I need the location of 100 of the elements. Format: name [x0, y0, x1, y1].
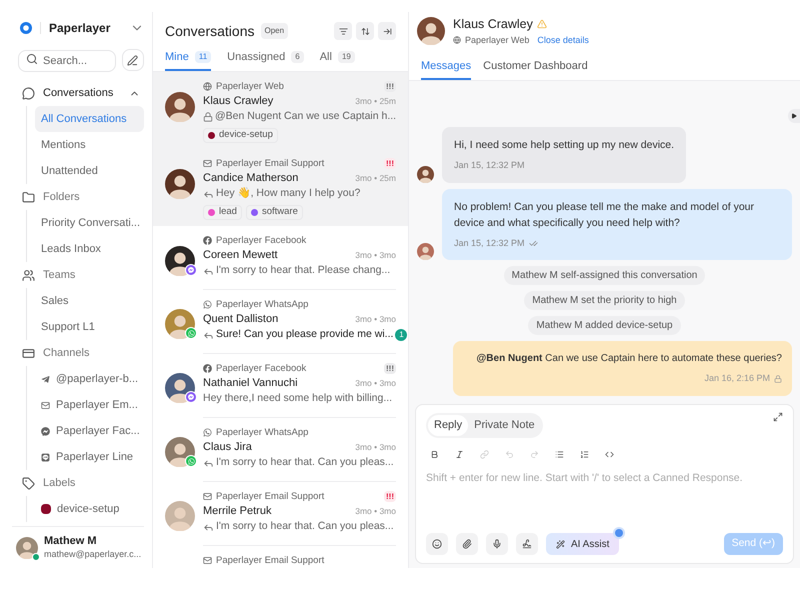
- message-preview: I'm sorry to hear that. Can you pleas...: [216, 455, 395, 470]
- ai-assist-button[interactable]: AI Assist: [546, 533, 620, 555]
- nav-item[interactable]: Support L1: [35, 314, 144, 340]
- sort-button[interactable]: [356, 22, 374, 40]
- channel-name: Paperlayer Facebook: [216, 234, 308, 247]
- priority-indicator: !!!: [384, 81, 396, 92]
- search-icon: [26, 53, 38, 65]
- nav-section[interactable]: Channels: [12, 340, 144, 366]
- nav-section[interactable]: Labels: [12, 470, 144, 496]
- channel-name: Paperlayer WhatsApp: [216, 426, 310, 439]
- nav-item[interactable]: device-setup: [35, 496, 144, 522]
- sender-avatar: [417, 166, 434, 182]
- contact-avatar: [165, 501, 195, 531]
- bullet-list-icon[interactable]: [555, 450, 564, 458]
- collapse-button[interactable]: [378, 22, 396, 40]
- message-text: No problem! Can you please tell me the make and model of your device and what specifically you need help with?: [454, 200, 755, 230]
- channel-name: Paperlayer Email Support: [216, 157, 326, 170]
- facebook-icon: [203, 364, 212, 373]
- message-preview: I'm sorry to hear that. Can you pleas...: [216, 519, 395, 534]
- nav-section[interactable]: Teams: [12, 262, 144, 288]
- nav-item[interactable]: Mentions: [35, 132, 144, 158]
- nav-item[interactable]: Paperlayer Em...: [35, 392, 144, 418]
- conversation-time: 3mo • 3mo: [355, 440, 396, 454]
- messenger-badge-icon: [185, 264, 197, 276]
- message-preview: @Ben Nugent Can we use Captain h...: [215, 109, 396, 124]
- emoji-button[interactable]: [426, 533, 448, 555]
- bold-icon[interactable]: [430, 450, 439, 458]
- close-details-link[interactable]: Close details: [537, 34, 589, 48]
- arrow-to-line-icon: [382, 26, 392, 36]
- nav-item[interactable]: Unattended: [35, 158, 144, 184]
- conversation-item[interactable]: Paperlayer Email Support !!! Candice Matherson 3mo • 25m Hey 👋, How many I help you? lead software: [153, 149, 408, 226]
- compose-button[interactable]: [122, 49, 144, 71]
- status-badge[interactable]: Open: [260, 23, 288, 39]
- pen-icon: [127, 54, 138, 66]
- whatsapp-badge-icon: [185, 327, 197, 339]
- composer-tab[interactable]: Private Note: [468, 415, 541, 436]
- nav-section[interactable]: Folders: [12, 184, 144, 210]
- composer-tab[interactable]: Reply: [428, 415, 468, 436]
- conversation-time: 3mo • 3mo: [355, 504, 396, 518]
- expand-panel-button[interactable]: [788, 109, 800, 123]
- priority-indicator: !!!: [384, 363, 396, 374]
- whatsapp-badge-icon: [185, 455, 197, 467]
- contact-avatar: [165, 92, 195, 122]
- search-field[interactable]: Search...: [18, 50, 116, 72]
- expand-icon[interactable]: [773, 412, 783, 422]
- messenger-badge-icon: [185, 391, 197, 403]
- label-tag: lead: [203, 205, 242, 220]
- chat-bubble-icon: [22, 86, 35, 100]
- message-input[interactable]: Shift + enter for new line. Start with '/' to select a Canned Response.: [426, 470, 783, 486]
- channel-name: Paperlayer Web: [216, 80, 285, 93]
- nav-item[interactable]: Sales: [35, 288, 144, 314]
- nav-item[interactable]: Priority Conversati...: [35, 210, 144, 236]
- globe-icon: [453, 36, 461, 44]
- nav-item[interactable]: @paperlayer-b...: [35, 366, 144, 392]
- list-tab[interactable]: All 19: [320, 48, 355, 71]
- code-icon[interactable]: [605, 450, 614, 458]
- conversation-time: 3mo • 3mo: [355, 312, 396, 326]
- italic-icon[interactable]: [455, 450, 464, 458]
- numbered-list-icon[interactable]: [580, 450, 589, 458]
- nav-item[interactable]: All Conversations: [35, 106, 144, 132]
- channel-name: Paperlayer Web: [465, 34, 530, 47]
- message-time: Jan 15, 12:32 PM: [454, 236, 525, 250]
- workspace-name: Paperlayer: [49, 20, 112, 37]
- sort-icon: [360, 26, 370, 36]
- detail-tab[interactable]: Customer Dashboard: [483, 58, 588, 80]
- channel-name: Paperlayer WhatsApp: [216, 298, 310, 311]
- mail-icon: [203, 492, 212, 501]
- signature-button[interactable]: [516, 533, 538, 555]
- contact-name: Nathaniel Vannuchi: [203, 376, 299, 391]
- message-preview: Sure! Can you please provide me wi...: [216, 327, 394, 342]
- sender-avatar: [417, 243, 434, 260]
- message-text: @Ben Nugent Can we use Captain here to automate these queries?: [476, 352, 782, 366]
- list-tab[interactable]: Unassigned 6: [227, 48, 304, 71]
- sparkle-wand-icon: [556, 540, 565, 548]
- nav-item[interactable]: Leads Inbox: [35, 236, 144, 262]
- people-icon: [22, 268, 35, 282]
- mail-icon: [203, 556, 212, 565]
- conversation-time: 3mo • 25m: [355, 94, 396, 108]
- nav-item[interactable]: Paperlayer Fac...: [35, 418, 144, 444]
- filter-button[interactable]: [334, 22, 352, 40]
- nav-item[interactable]: Paperlayer Line: [35, 444, 144, 470]
- contact-name: Merrile Petruk: [203, 504, 272, 519]
- channel-name: Paperlayer Facebook: [216, 362, 308, 375]
- nav-section[interactable]: Conversations: [12, 80, 144, 106]
- microphone-button[interactable]: [486, 533, 508, 555]
- user-name: Mathew M: [44, 535, 98, 549]
- contact-name: Candice Matherson: [203, 170, 300, 186]
- activity-message: Mathew M set the priority to high: [524, 291, 685, 310]
- contact-name: Quent Dalliston: [203, 312, 280, 327]
- globe-icon: [203, 82, 212, 91]
- contact-name: Coreen Mewett: [203, 248, 279, 263]
- paper-plane-icon: [41, 374, 50, 384]
- conversation-item[interactable]: Paperlayer Web !!! Klaus Crawley 3mo • 25m @Ben Nugent Can we use Captain h... device-setup: [153, 72, 408, 149]
- reply-icon: [203, 188, 214, 200]
- microphone-icon: [492, 539, 502, 549]
- label-tag: device-setup: [203, 128, 278, 143]
- contact-avatar: [165, 169, 195, 199]
- user-email: mathew@paperlayer.c...: [44, 548, 142, 560]
- message-preview: Hey there,I need some help with billing...: [203, 391, 394, 406]
- attach-button[interactable]: [456, 533, 478, 555]
